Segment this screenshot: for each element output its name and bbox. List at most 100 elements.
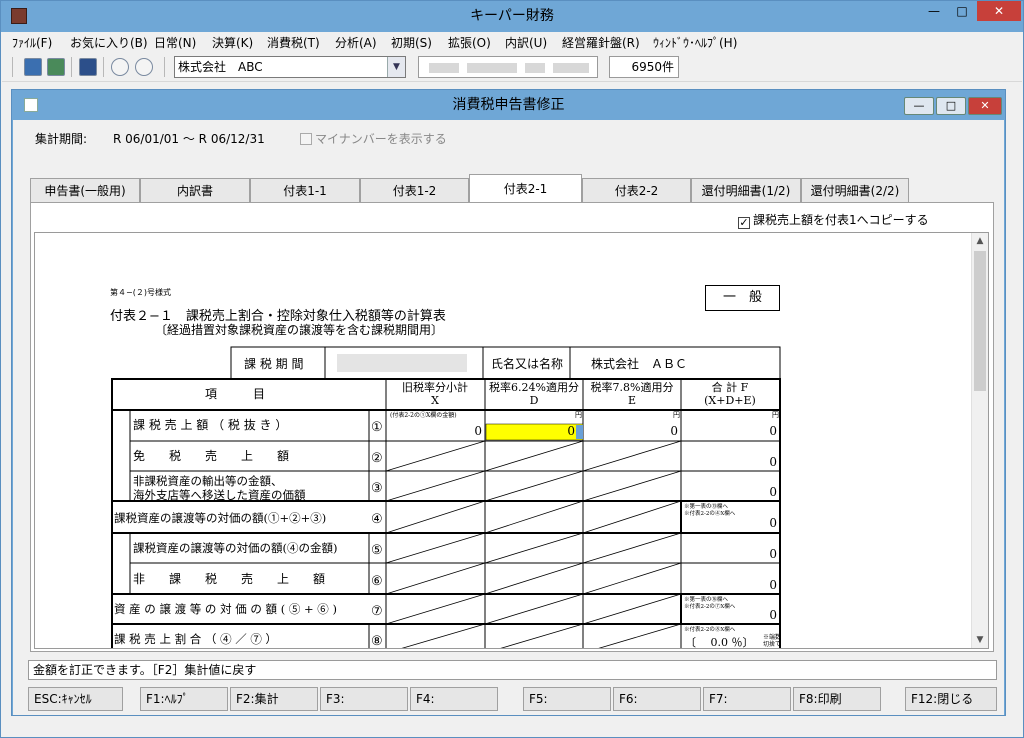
row-1-f: 0 (769, 424, 777, 438)
app-window: キーパー財務 — □ ✕ ﾌｧｲﾙ(F) お気に入り(B) 日常(N) 決算(K… (0, 0, 1024, 738)
row-4-f: 0 (769, 516, 777, 530)
toolbar-separator (164, 57, 165, 77)
note-f4b: ※付表2-2の④X欄へ (684, 509, 736, 517)
f3-button[interactable]: F3: (320, 687, 408, 711)
tab-fuhyo-2-1[interactable]: 付表2-1 (469, 174, 582, 203)
dialog-minimize-button[interactable]: — (904, 97, 934, 115)
toolbar-separator (103, 57, 104, 77)
row-3-label: 非課税資産の輸出等の金額、 (133, 474, 283, 488)
menu-analysis[interactable]: 分析(A) (335, 34, 377, 51)
f12-close-button[interactable]: F12:閉じる (905, 687, 997, 711)
monitor-icon[interactable] (79, 58, 97, 76)
row-1-x: 0 (474, 424, 482, 438)
yen-f: 円 (772, 411, 779, 419)
esc-cancel-button[interactable]: ESC:ｷｬﾝｾﾙ (28, 687, 123, 711)
col-e-header: 税率7.8%適用分 (591, 380, 674, 394)
note-f7a: ※第一表の⑯欄へ (684, 595, 729, 603)
col-x-sub: X (431, 394, 439, 407)
note-x1: (付表2-2の①X欄の金額) (390, 411, 457, 419)
dialog-maximize-button[interactable]: □ (936, 97, 966, 115)
checkbox-icon[interactable] (300, 133, 312, 145)
record-count: 6950件 (609, 56, 679, 78)
row-8-label: 課 税 売 上 割 合 （ ④ ／ ⑦ ） (114, 632, 277, 646)
note-f8c: 切捨て (763, 640, 781, 648)
row-4-no: ④ (371, 512, 383, 527)
tab-kanpu-2[interactable]: 還付明細書(2/2) (801, 178, 909, 202)
zoom-out-icon[interactable] (135, 58, 153, 76)
mynumber-label: マイナンバーを表示する (315, 132, 447, 146)
f1-help-button[interactable]: F1:ﾍﾙﾌﾟ (140, 687, 228, 711)
col-d-sub: D (530, 394, 539, 407)
f7-button[interactable]: F7: (703, 687, 791, 711)
tab-kanpu-1[interactable]: 還付明細書(1/2) (691, 178, 801, 202)
tab-shinkokusho[interactable]: 申告書(一般用) (30, 178, 140, 202)
row-5-label: 課税資産の譲渡等の対価の額(④の金額) (133, 541, 337, 555)
col-f-sub: (X+D+E) (704, 394, 756, 407)
col-f-header: 合 計 F (712, 380, 749, 394)
col-e-sub: E (628, 394, 636, 407)
menu-initial[interactable]: 初期(S) (391, 34, 432, 51)
f6-button[interactable]: F6: (613, 687, 701, 711)
note-f8b: ※端数 (763, 633, 781, 641)
menu-bar: ﾌｧｲﾙ(F) お気に入り(B) 日常(N) 決算(K) 消費税(T) 分析(A… (2, 32, 1022, 52)
vertical-scrollbar[interactable]: ▲ ▼ (971, 233, 988, 648)
diagonal-hatch (385, 440, 682, 648)
row-8-no: ⑧ (371, 634, 383, 649)
title-bar[interactable]: キーパー財務 — □ ✕ (1, 1, 1023, 32)
yen-d: 円 (575, 411, 582, 419)
f5-button[interactable]: F5: (523, 687, 611, 711)
close-button[interactable]: ✕ (977, 1, 1021, 21)
dialog-close-button[interactable]: ✕ (968, 97, 1002, 115)
row-1-label: 課 税 売 上 額 （ 税 抜 き ） (133, 417, 287, 432)
menu-breakdown[interactable]: 内訳(U) (505, 34, 547, 51)
zoom-in-icon[interactable] (111, 58, 129, 76)
tab-fuhyo-1-2[interactable]: 付表1-2 (360, 178, 469, 202)
f8-print-button[interactable]: F8:印刷 (793, 687, 881, 711)
minimize-button[interactable]: — (921, 1, 947, 21)
item-header: 項 目 (205, 387, 265, 401)
refresh-icon[interactable] (47, 58, 65, 76)
copy-label: 課税売上額を付表1へコピーする (753, 213, 929, 227)
period-value: R 06/01/01 〜 R 06/12/31 (113, 132, 265, 146)
tab-uchiwakesho[interactable]: 内訳書 (140, 178, 250, 202)
menu-daily[interactable]: 日常(N) (154, 34, 196, 51)
note-f8: ※付表2-2の⑧X欄へ (684, 625, 736, 633)
mynumber-checkbox[interactable]: マイナンバーを表示する (300, 130, 447, 147)
maximize-button[interactable]: □ (949, 1, 975, 21)
menu-window-help[interactable]: ｳｨﾝﾄﾞｳ･ﾍﾙﾌﾟ(H) (653, 34, 737, 51)
tab-fuhyo-2-2[interactable]: 付表2-2 (582, 178, 691, 202)
col-d-header: 税率6.24%適用分 (489, 380, 579, 394)
chevron-down-icon[interactable]: ▼ (387, 57, 405, 77)
name-header: 氏名又は名称 (491, 356, 563, 371)
company-select[interactable]: 株式会社 ABC ▼ (174, 56, 406, 78)
menu-consumption-tax[interactable]: 消費税(T) (267, 34, 320, 51)
scroll-down-icon[interactable]: ▼ (972, 632, 988, 648)
status-message: 金額を訂正できます。［F2］集計値に戻す (28, 660, 997, 680)
note-f4a: ※第一表の⑬欄へ (684, 502, 729, 510)
f4-button[interactable]: F4: (410, 687, 498, 711)
scroll-up-icon[interactable]: ▲ (972, 233, 988, 249)
menu-extension[interactable]: 拡張(O) (448, 34, 491, 51)
checkmark-icon[interactable]: ✓ (738, 217, 750, 229)
yen-e: 円 (673, 411, 680, 419)
tab-fuhyo-1-1[interactable]: 付表1-1 (250, 178, 360, 202)
toolbar: 株式会社 ABC ▼ 6950件 (2, 52, 1022, 82)
row-7-f: 0 (769, 608, 777, 622)
row-3-no: ③ (371, 481, 383, 496)
menu-file[interactable]: ﾌｧｲﾙ(F) (12, 34, 52, 51)
menu-favorites[interactable]: お気に入り(B) (70, 34, 148, 51)
row-6-label: 非 課 税 売 上 額 (133, 571, 325, 586)
save-icon[interactable] (24, 58, 42, 76)
scroll-thumb[interactable] (974, 251, 986, 391)
copy-checkbox[interactable]: ✓ 課税売上額を付表1へコピーする (738, 211, 929, 229)
row-6-f: 0 (769, 578, 777, 592)
form-table: 課 税 期 間 氏名又は名称 株式会社 ＡＢＣ 項 目 旧税率分小計 X 税率6… (111, 346, 781, 649)
row-8-f: 〔 0.0 ％〕 (685, 636, 754, 649)
row-3-label2: 海外支店等へ移送した資産の価額 (133, 488, 306, 502)
menu-settlement[interactable]: 決算(K) (212, 34, 253, 51)
menu-compass[interactable]: 経営羅針盤(R) (562, 34, 640, 51)
row-7-no: ⑦ (371, 604, 383, 619)
dialog-window: 消費税申告書修正 — □ ✕ 集計期間: R 06/01/01 〜 R 06/1… (11, 89, 1006, 716)
period-label: 集計期間: (35, 132, 88, 146)
f2-aggregate-button[interactable]: F2:集計 (230, 687, 318, 711)
